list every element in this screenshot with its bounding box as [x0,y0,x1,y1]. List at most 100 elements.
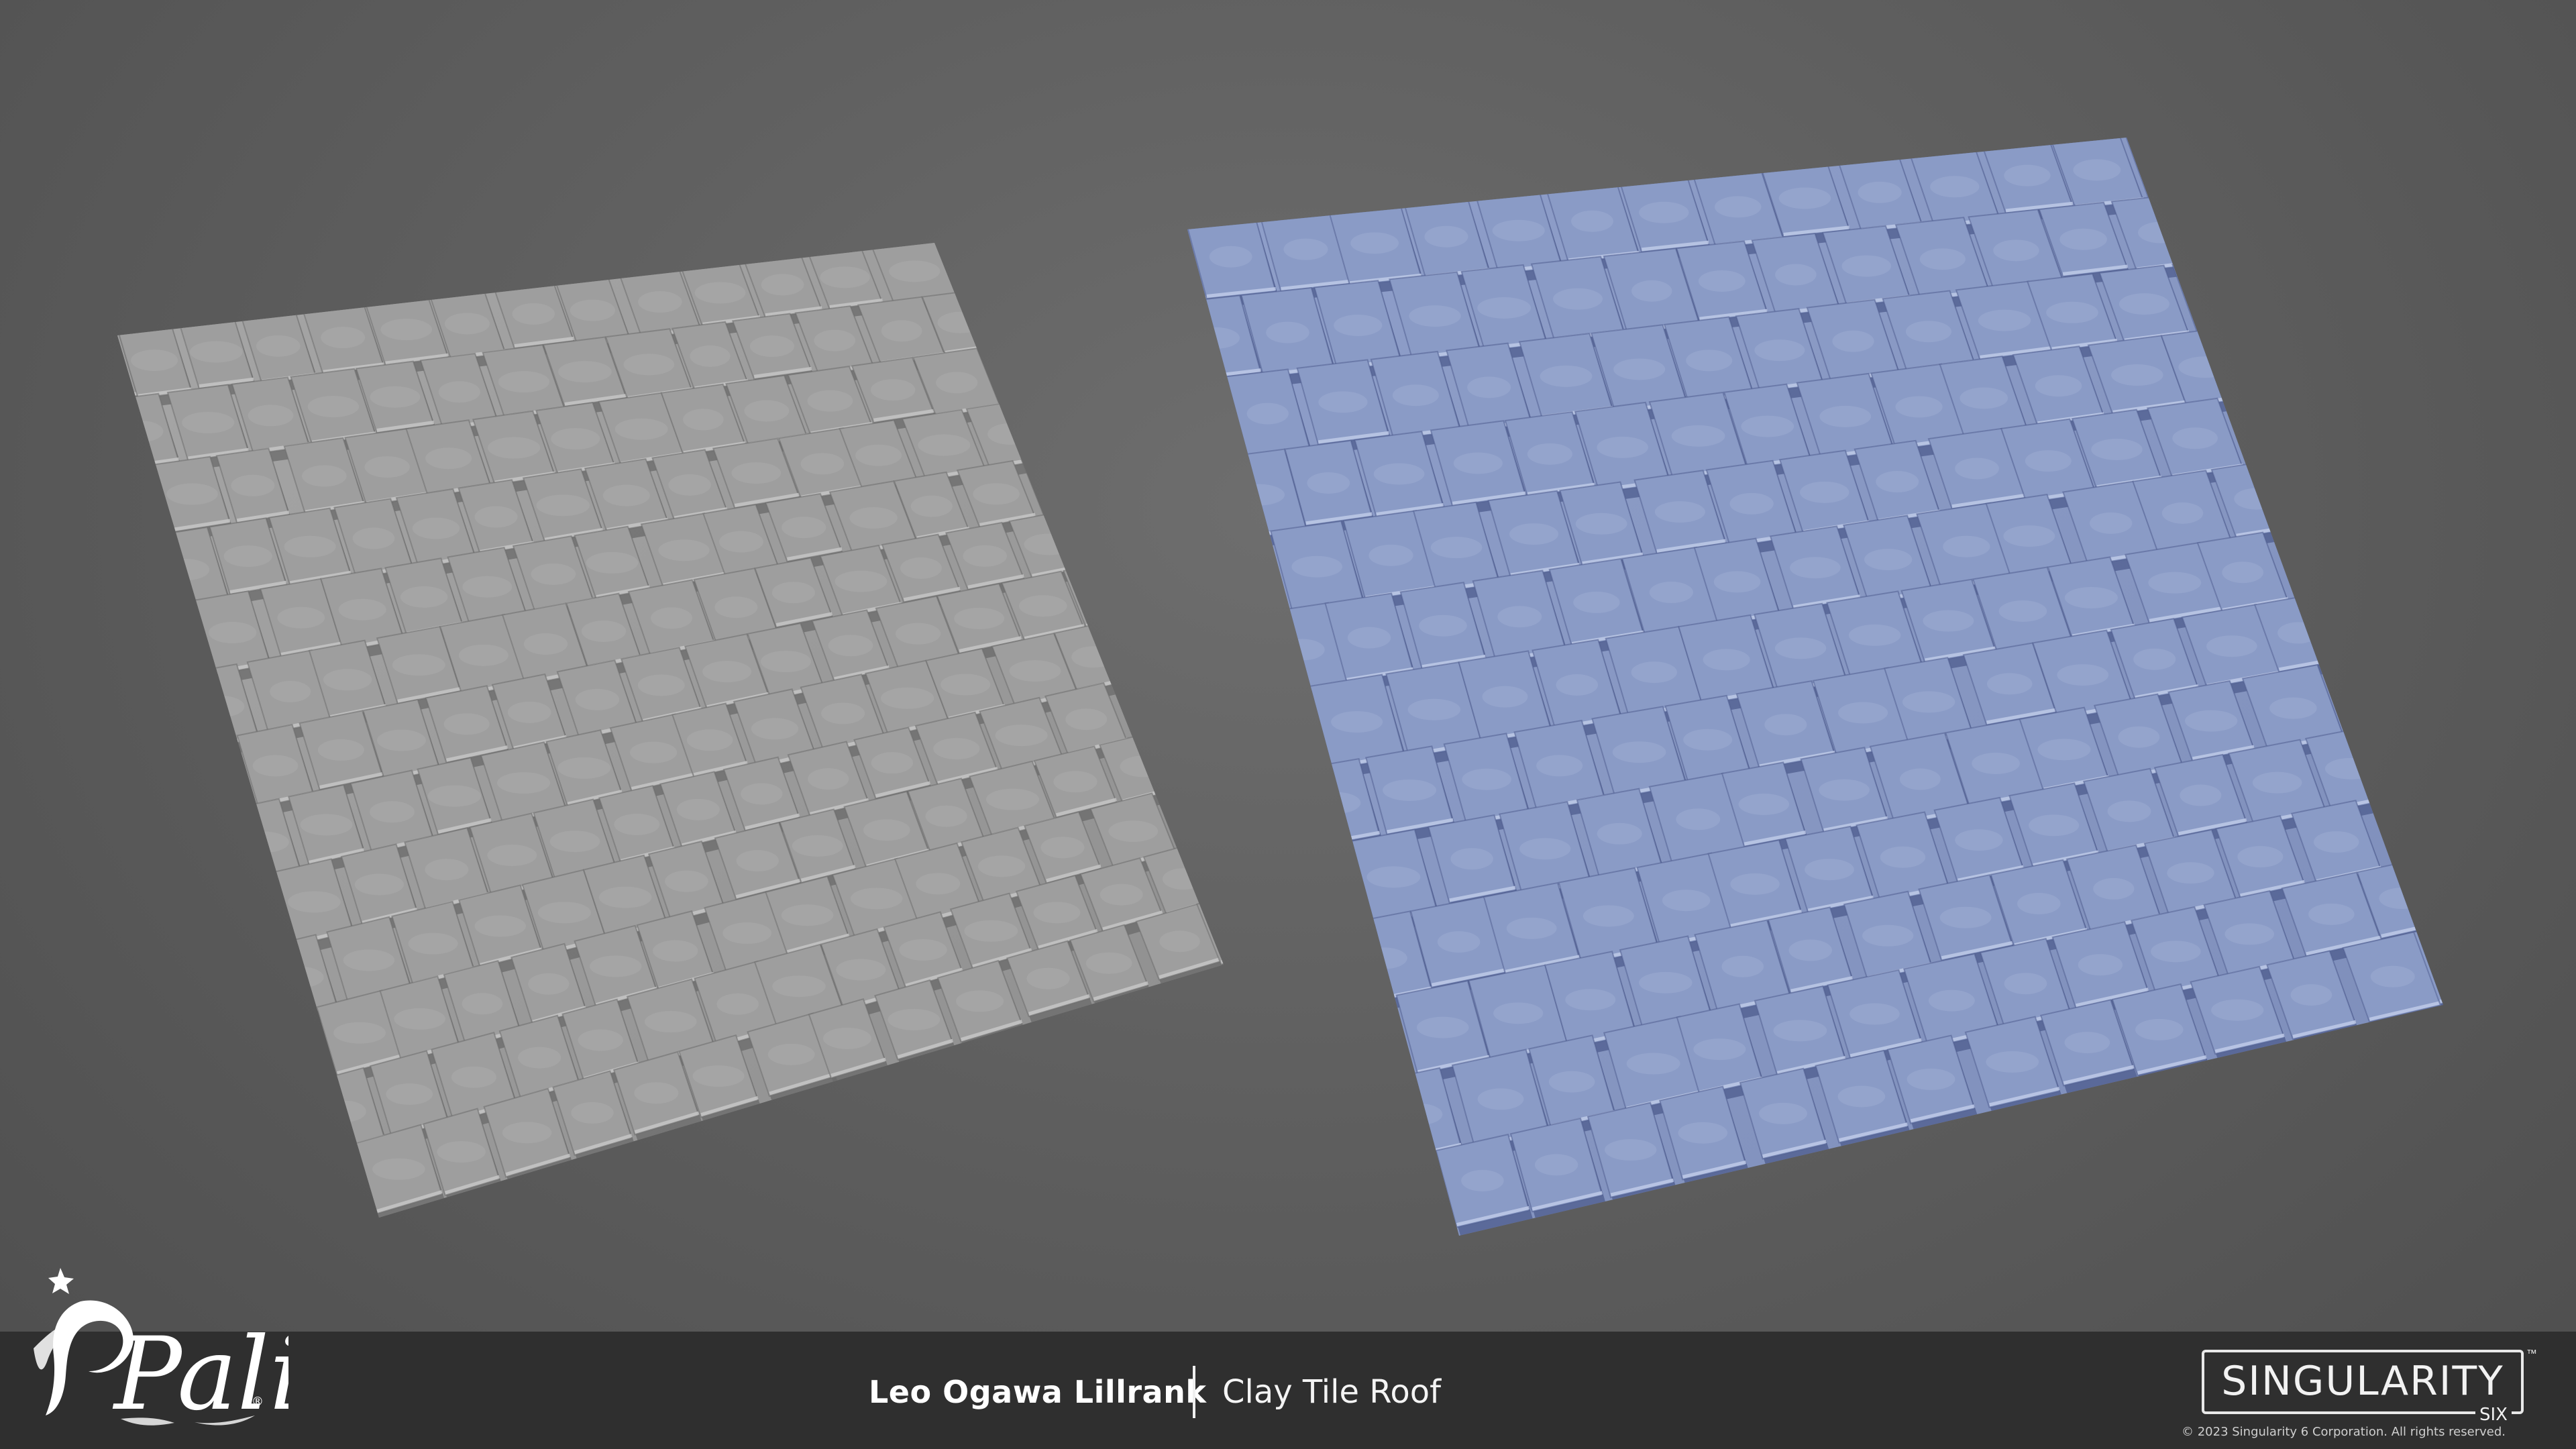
tile-sheen [614,418,668,440]
tile-sheen [408,932,458,955]
tile-sheen [1899,768,1941,790]
tile-sheen [2064,586,2118,608]
tile-sheen [1819,405,1872,427]
tile-sheen [227,906,281,928]
roof-tile [1027,390,1106,455]
registered-mark: ® [252,1395,264,1409]
artist-name: Leo Ogawa Lillrank [869,1374,1207,1410]
tile-sheen [2004,164,2051,186]
tile-edge-highlight [1050,441,1106,453]
tile-edge-highlight [1381,1230,1456,1236]
tile-sheen [1331,711,1383,733]
studio-sub-label: SIX [2475,1405,2512,1425]
tile-sheen [987,423,1033,445]
tile-sheen [668,474,711,496]
tile-sheen [702,661,752,683]
tile-sheen [2046,301,2098,323]
tile-edge-highlight [270,1076,326,1095]
copyright-notice: © 2023 Singularity 6 Corporation. All ri… [2182,1425,2506,1439]
tile-sheen [2178,356,2232,378]
tile-sheen [462,993,503,1015]
tile-sheen [1246,402,1289,425]
tile-sheen [305,1178,354,1200]
tile-sheen [386,1083,433,1106]
tile-sheen [372,1158,425,1180]
tile-sheen [523,633,568,655]
tile-sheen [1693,1038,1746,1061]
tile-sheen [941,674,991,696]
tile-sheen [1373,463,1425,485]
tile-sheen [821,702,865,724]
tile-sheen [2138,221,2184,244]
tile-edge-highlight [2298,584,2369,600]
tile-sheen [392,654,445,676]
tile-edge-highlight [2455,910,2519,924]
tile-sheen [807,390,853,412]
tile-edge-highlight [1215,612,1279,625]
tile-sheen [1715,196,1762,218]
tile-sheen [1527,443,1572,465]
tile-sheen [1905,321,1952,343]
tile-sheen [1099,883,1143,906]
tile-sheen [1419,614,1467,637]
tile-sheen [1216,914,1224,936]
tile-sheen [629,741,678,763]
tile-sheen [598,886,652,908]
roof-tile [1165,714,1224,786]
tile-sheen [277,606,325,629]
tile-sheen [551,428,600,450]
tile-sheen [1582,905,1634,927]
tile-sheen [1430,537,1483,559]
tile-sheen [1837,1085,1886,1108]
tile-sheen [571,1102,614,1124]
tile-sheen [2029,814,2080,837]
tile-edge-highlight [2357,643,2428,660]
tile-sheen [581,621,627,643]
tile-sheen [1280,639,1325,661]
tile-sheen [658,539,710,561]
tile-sheen [947,252,1002,274]
tile-sheen [321,327,366,349]
tile-sheen [1960,387,2008,409]
tile-sheen [744,400,790,422]
tile-sheen [1907,1068,1955,1090]
tile-sheen [1210,568,1261,590]
tile-sheen [380,319,433,341]
tile-sheen [412,517,460,539]
tile-sheen [849,507,898,529]
tile-sheen [1832,330,1874,352]
tile-sheen [1224,849,1277,870]
tile-sheen [2091,438,2143,460]
tile-edge-highlight [1300,914,1372,932]
tile-sheen [771,582,815,604]
roof-tile [290,1144,368,1218]
tile-sheen [1639,201,1689,223]
tile-sheen [1754,339,1805,362]
tile-sheen [437,1141,486,1163]
tile-sheen [1462,768,1511,790]
tile-edge-highlight [311,1212,368,1218]
tile-sheen [1698,270,1746,292]
tile-sheen [2440,949,2443,971]
tile-sheen [651,607,693,629]
tile-sheen [1497,606,1542,628]
tile-sheen [307,396,360,418]
tile-sheen [1902,691,1955,713]
tile-sheen [1233,484,1285,506]
tile-sheen [686,729,733,751]
tile-sheen [814,329,856,352]
tile-sheen [1553,288,1603,310]
studio-name: SINGULARITY [2221,1358,2504,1405]
tile-sheen [557,757,611,779]
tile-sheen [1053,771,1097,793]
tile-sheen [760,651,811,673]
tile-sheen [1928,989,1975,1012]
tile-sheen [338,598,386,621]
tile-sheen [1849,1003,1900,1025]
artwork-stage [0,0,2576,1332]
tile-sheen [284,535,336,557]
tile-shadow [250,1010,329,1105]
tile-sheen [1139,630,1183,652]
tile-sheen [977,855,1026,877]
tile-sheen [1009,660,1061,682]
